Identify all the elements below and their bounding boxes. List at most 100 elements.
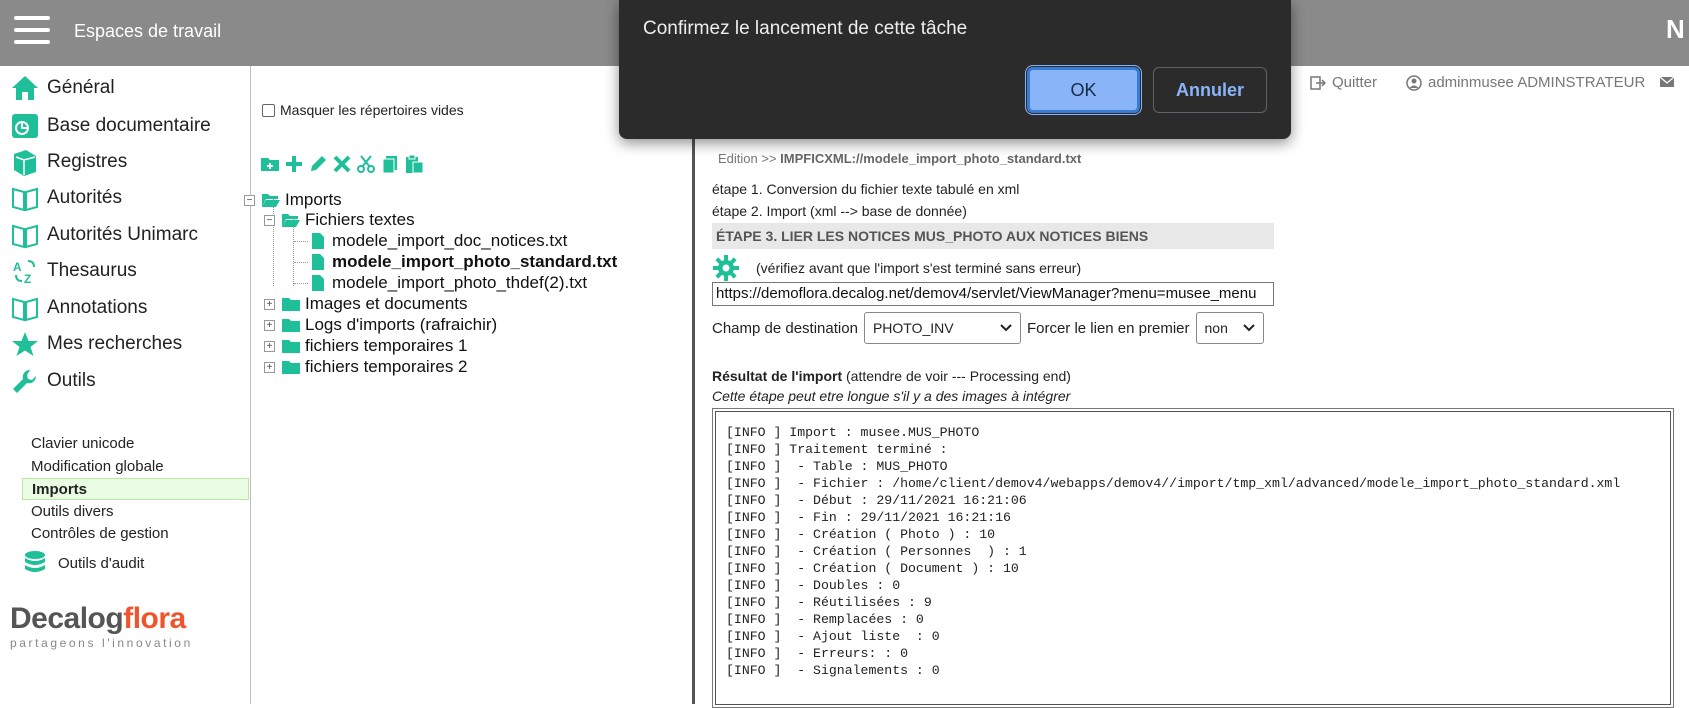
sidebar-item-outils[interactable]: Outils — [10, 366, 96, 396]
tree-node-label: Imports — [285, 190, 342, 209]
file-icon — [312, 275, 324, 291]
collapse-toggle[interactable]: − — [264, 214, 275, 226]
hide-empty-dirs-checkbox[interactable] — [262, 103, 275, 117]
quit-link[interactable]: Quitter — [1310, 74, 1377, 91]
ok-button[interactable]: OK — [1025, 65, 1142, 115]
star-icon — [12, 332, 38, 356]
sidebar-item-annotations[interactable]: Annotations — [10, 293, 147, 323]
sidebar-item-autorites[interactable]: Autorités — [10, 183, 122, 213]
step-3-header: étape 3. Lier les notices MUS_PHOTO aux … — [712, 223, 1274, 249]
copy-icon[interactable] — [380, 154, 400, 174]
logo-decalog: Decalog — [10, 602, 124, 635]
tree-node-label: fichiers temporaires 2 — [305, 357, 468, 376]
chevron-down-icon — [1000, 324, 1012, 332]
cancel-button[interactable]: Annuler — [1153, 67, 1267, 113]
mail-link[interactable] — [1659, 74, 1681, 90]
expand-toggle[interactable]: + — [264, 340, 275, 352]
import-log-box[interactable]: [INFO ] Import : musee.MUS_PHOTO [INFO ]… — [712, 408, 1674, 708]
tree-node-file-selected[interactable]: modele_import_photo_standard.txt — [308, 252, 617, 272]
url-input[interactable]: https://demoflora.decalog.net/demov4/ser… — [712, 282, 1274, 306]
hide-empty-dirs-label: Masquer les répertoires vides — [280, 102, 464, 118]
submenu-clavier-unicode[interactable]: Clavier unicode — [22, 433, 249, 455]
tree-node-images[interactable]: + Images et documents — [264, 294, 468, 314]
forcer-lien-select[interactable]: non — [1195, 312, 1264, 344]
result-title: Résultat de l'import (attendre de voir -… — [712, 368, 1071, 384]
database-icon — [25, 551, 45, 572]
submenu-imports[interactable]: Imports — [22, 478, 249, 500]
sidebar-item-general[interactable]: Général — [10, 73, 115, 103]
sidebar-item-label: Mes recherches — [47, 333, 183, 354]
book-icon — [12, 297, 38, 322]
sidebar-item-base-documentaire[interactable]: Base documentaire — [10, 111, 211, 141]
destination-row: Champ de destination PHOTO_INV Forcer le… — [712, 312, 1264, 344]
user-label: adminmusee ADMINSTRATEUR — [1428, 74, 1646, 91]
home-icon — [12, 76, 38, 100]
tree-node-logs[interactable]: + Logs d'imports (rafraichir) — [264, 315, 497, 335]
logout-icon — [1310, 75, 1326, 90]
registers-icon — [14, 150, 36, 176]
tree-node-label: modele_import_photo_standard.txt — [332, 252, 618, 271]
champ-destination-select[interactable]: PHOTO_INV — [863, 312, 1021, 344]
step-2: étape 2. Import (xml --> base de donnée) — [712, 203, 967, 219]
user-icon — [1406, 74, 1422, 91]
folder-icon — [282, 340, 300, 353]
user-account[interactable]: adminmusee ADMINSTRATEUR — [1406, 74, 1645, 91]
thesaurus-icon: AZ — [13, 260, 35, 285]
tree-node-tmp2[interactable]: + fichiers temporaires 2 — [264, 357, 468, 377]
folder-open-icon — [282, 214, 300, 227]
submenu-audit-label: Outils d'audit — [58, 554, 145, 572]
cut-icon[interactable] — [356, 154, 376, 174]
import-log-text[interactable]: [INFO ] Import : musee.MUS_PHOTO [INFO ]… — [715, 411, 1671, 705]
sidebar-item-autorites-unimarc[interactable]: Autorités Unimarc — [10, 220, 198, 250]
sidebar-item-label: Autorités — [47, 187, 122, 208]
tree-node-label: Logs d'imports (rafraichir) — [305, 315, 498, 334]
tree-node-label: modele_import_doc_notices.txt — [332, 231, 568, 250]
sidebar-item-mes-recherches[interactable]: Mes recherches — [10, 329, 182, 359]
book-icon — [12, 187, 38, 212]
collapse-toggle[interactable]: − — [244, 194, 255, 206]
edit-icon[interactable] — [308, 154, 328, 174]
expand-toggle[interactable]: + — [264, 298, 275, 310]
paste-icon[interactable] — [404, 154, 424, 174]
expand-toggle[interactable]: + — [264, 361, 275, 373]
forcer-value: non — [1204, 320, 1228, 336]
mail-icon — [1659, 76, 1675, 87]
sidebar-item-label: Outils — [47, 370, 96, 391]
champ-value: PHOTO_INV — [872, 320, 954, 336]
submenu-controles-de-gestion[interactable]: Contrôles de gestion — [22, 523, 249, 545]
sidebar-item-thesaurus[interactable]: AZ Thesaurus — [10, 256, 137, 286]
gear-icon[interactable] — [712, 254, 740, 282]
sidebar-item-label: Annotations — [47, 297, 148, 318]
tree-node-tmp1[interactable]: + fichiers temporaires 1 — [264, 336, 468, 356]
tree-node-fichiers-textes[interactable]: − Fichiers textes — [264, 210, 415, 230]
add-icon[interactable] — [284, 154, 304, 174]
launch-row: (vérifiez avant que l'import s'est termi… — [712, 254, 1081, 282]
folder-icon — [282, 361, 300, 374]
sidebar-item-label: Base documentaire — [47, 115, 211, 136]
step-1: étape 1. Conversion du fichier texte tab… — [712, 181, 1020, 197]
result-hint: (attendre de voir --- Processing end) — [842, 368, 1071, 384]
forcer-label: Forcer le lien en premier — [1026, 319, 1190, 337]
folder-open-icon — [262, 194, 280, 207]
wrench-icon — [13, 369, 37, 393]
submenu-outils-divers[interactable]: Outils divers — [22, 501, 249, 523]
tree-node-imports[interactable]: − Imports — [244, 190, 342, 210]
breadcrumb: Edition >> IMPFICXML://modele_import_pho… — [718, 151, 1081, 166]
workspace-title: Espaces de travail — [74, 21, 222, 41]
new-folder-icon[interactable] — [260, 154, 280, 174]
svg-text:Z: Z — [24, 272, 31, 285]
hamburger-menu-icon[interactable] — [14, 16, 50, 46]
folder-icon — [282, 298, 300, 311]
breadcrumb-path: IMPFICXML://modele_import_photo_standard… — [780, 151, 1082, 166]
sidebar-item-label: Registres — [47, 151, 128, 172]
hide-empty-dirs-option[interactable]: Masquer les répertoires vides — [262, 102, 464, 118]
delete-icon[interactable] — [332, 154, 352, 174]
tree-node-file[interactable]: modele_import_doc_notices.txt — [308, 231, 567, 251]
submenu-modification-globale[interactable]: Modification globale — [22, 456, 249, 478]
submenu-outils-audit[interactable]: Outils d'audit — [22, 550, 144, 576]
sidebar-item-registres[interactable]: Registres — [10, 147, 127, 177]
tree-node-label: modele_import_photo_thdef(2).txt — [332, 273, 588, 292]
top-right-letter: N — [1666, 14, 1685, 44]
tree-node-file[interactable]: modele_import_photo_thdef(2).txt — [308, 273, 587, 293]
expand-toggle[interactable]: + — [264, 319, 275, 331]
